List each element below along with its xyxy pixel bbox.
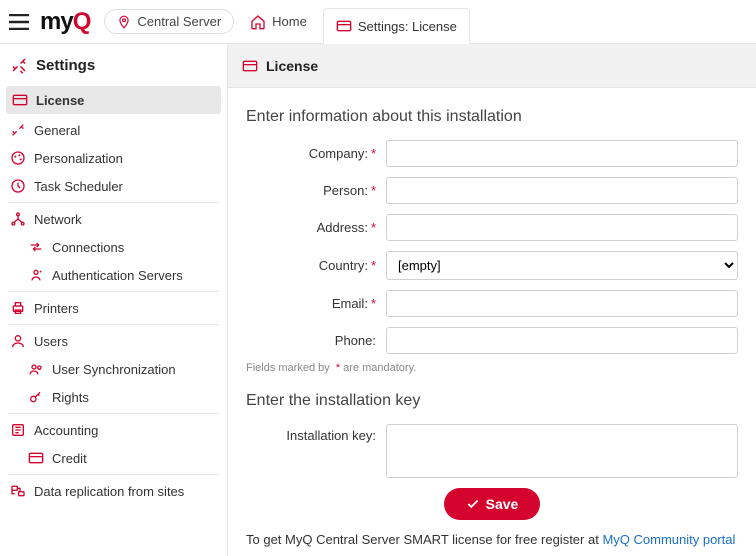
sidebar-item-task-scheduler[interactable]: Task Scheduler xyxy=(0,172,227,200)
tab-home[interactable]: Home xyxy=(238,0,319,44)
home-icon xyxy=(250,14,266,30)
palette-icon xyxy=(10,150,26,166)
sidebar-item-printers[interactable]: Printers xyxy=(0,294,227,322)
replication-icon xyxy=(10,483,26,499)
label-installation-key: Installation key: xyxy=(246,424,386,443)
sidebar: Settings License General Personalization Ta… xyxy=(0,44,228,556)
auth-icon xyxy=(28,267,44,283)
sidebar-item-license[interactable]: License xyxy=(6,86,221,114)
card-icon xyxy=(336,18,352,34)
label-phone: Phone: xyxy=(246,333,386,348)
sliders-icon xyxy=(10,122,26,138)
email-field[interactable] xyxy=(386,290,738,317)
server-label: Central Server xyxy=(137,14,221,29)
label-address: Address:* xyxy=(246,220,386,235)
person-field[interactable] xyxy=(386,177,738,204)
company-field[interactable] xyxy=(386,140,738,167)
sidebar-item-label: Task Scheduler xyxy=(34,179,123,194)
phone-field[interactable] xyxy=(386,327,738,354)
save-button[interactable]: Save xyxy=(444,488,541,520)
section1-title: Enter information about this installatio… xyxy=(246,108,738,126)
label-company: Company:* xyxy=(246,146,386,161)
card-icon xyxy=(242,58,258,74)
sidebar-item-label: Data replication from sites xyxy=(34,484,184,499)
myq-logo: myQ xyxy=(40,8,90,36)
hamburger-menu-button[interactable] xyxy=(6,9,32,35)
topbar: myQ Central Server Home Settings: Licens… xyxy=(0,0,756,44)
arrows-icon xyxy=(28,239,44,255)
sidebar-item-label: General xyxy=(34,123,80,138)
sidebar-item-general[interactable]: General xyxy=(0,116,227,144)
sidebar-item-label: Rights xyxy=(52,390,89,405)
section2-title: Enter the installation key xyxy=(246,392,738,410)
content-header: License xyxy=(228,44,756,88)
sidebar-item-label: Personalization xyxy=(34,151,123,166)
tab-settings-license[interactable]: Settings: License xyxy=(323,8,470,44)
sidebar-heading: Settings xyxy=(0,44,227,84)
mandatory-hint: Fields marked by * are mandatory. xyxy=(246,362,738,374)
network-icon xyxy=(10,211,26,227)
sidebar-item-label: License xyxy=(36,93,84,108)
accounting-icon xyxy=(10,422,26,438)
sidebar-item-label: Accounting xyxy=(34,423,98,438)
page-title: License xyxy=(266,58,318,74)
card-icon xyxy=(28,450,44,466)
content: License Enter information about this ins… xyxy=(228,44,756,556)
footer-text: To get MyQ Central Server SMART license … xyxy=(246,532,738,547)
sidebar-item-connections[interactable]: Connections xyxy=(0,233,227,261)
server-selector[interactable]: Central Server xyxy=(104,9,234,34)
users-icon xyxy=(28,361,44,377)
tools-icon xyxy=(10,56,28,74)
installation-key-field[interactable] xyxy=(386,424,738,478)
sidebar-heading-text: Settings xyxy=(36,57,95,74)
sidebar-item-credit[interactable]: Credit xyxy=(0,444,227,472)
save-button-label: Save xyxy=(486,496,519,512)
label-email: Email:* xyxy=(246,296,386,311)
sidebar-item-personalization[interactable]: Personalization xyxy=(0,144,227,172)
sidebar-item-rights[interactable]: Rights xyxy=(0,383,227,411)
tab-settings-license-label: Settings: License xyxy=(358,19,457,34)
location-icon xyxy=(117,15,131,29)
key-icon xyxy=(28,389,44,405)
sidebar-item-accounting[interactable]: Accounting xyxy=(0,416,227,444)
sidebar-item-data-replication[interactable]: Data replication from sites xyxy=(0,477,227,505)
sidebar-item-label: Credit xyxy=(52,451,87,466)
community-portal-link[interactable]: MyQ Community portal xyxy=(602,532,735,547)
tab-home-label: Home xyxy=(272,14,307,29)
printer-icon xyxy=(10,300,26,316)
user-icon xyxy=(10,333,26,349)
sidebar-item-users[interactable]: Users xyxy=(0,327,227,355)
sidebar-item-label: Authentication Servers xyxy=(52,268,183,283)
sidebar-item-label: Users xyxy=(34,334,68,349)
sidebar-item-label: Network xyxy=(34,212,82,227)
label-person: Person:* xyxy=(246,183,386,198)
sidebar-item-network[interactable]: Network xyxy=(0,205,227,233)
sidebar-item-label: User Synchronization xyxy=(52,362,176,377)
card-icon xyxy=(12,92,28,108)
check-icon xyxy=(466,497,480,511)
sidebar-item-label: Connections xyxy=(52,240,124,255)
sidebar-item-label: Printers xyxy=(34,301,79,316)
country-select[interactable]: [empty] xyxy=(386,251,738,280)
clock-icon xyxy=(10,178,26,194)
sidebar-item-user-sync[interactable]: User Synchronization xyxy=(0,355,227,383)
label-country: Country:* xyxy=(246,258,386,273)
hamburger-icon xyxy=(9,14,29,30)
address-field[interactable] xyxy=(386,214,738,241)
sidebar-item-auth-servers[interactable]: Authentication Servers xyxy=(0,261,227,289)
